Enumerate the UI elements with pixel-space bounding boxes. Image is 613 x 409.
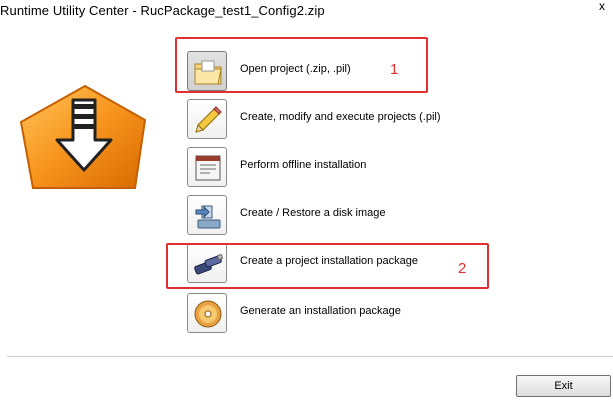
create-modify-projects-item[interactable]: Create, modify and execute projects (.pi…: [187, 99, 487, 143]
footer-divider: [7, 356, 613, 357]
cd-disc-icon: [194, 300, 222, 328]
pencil-icon: [195, 106, 222, 133]
exit-button[interactable]: Exit: [516, 375, 611, 397]
installer-window-icon: [195, 155, 221, 181]
annotation-number-1: 1: [390, 61, 399, 78]
close-icon[interactable]: x: [599, 0, 609, 12]
app-logo: [15, 82, 150, 192]
generate-installation-package-button[interactable]: [187, 293, 227, 333]
offline-installation-item[interactable]: Perform offline installation: [187, 147, 487, 191]
window-title: Runtime Utility Center - RucPackage_test…: [0, 3, 325, 18]
menu-item-label: Perform offline installation: [240, 159, 367, 171]
annotation-box-2: [166, 243, 489, 289]
disk-image-button[interactable]: [187, 195, 227, 235]
annotation-number-2: 2: [458, 260, 467, 277]
title-bar: Runtime Utility Center - RucPackage_test…: [0, 0, 613, 24]
disk-image-item[interactable]: Create / Restore a disk image: [187, 195, 487, 239]
create-modify-projects-button[interactable]: [187, 99, 227, 139]
generate-installation-package-item[interactable]: Generate an installation package: [187, 293, 487, 337]
offline-installation-button[interactable]: [187, 147, 227, 187]
menu-item-label: Generate an installation package: [240, 305, 401, 317]
disk-image-icon: [195, 205, 221, 229]
menu-item-label: Create, modify and execute projects (.pi…: [240, 111, 441, 123]
menu-item-label: Create / Restore a disk image: [240, 207, 386, 219]
